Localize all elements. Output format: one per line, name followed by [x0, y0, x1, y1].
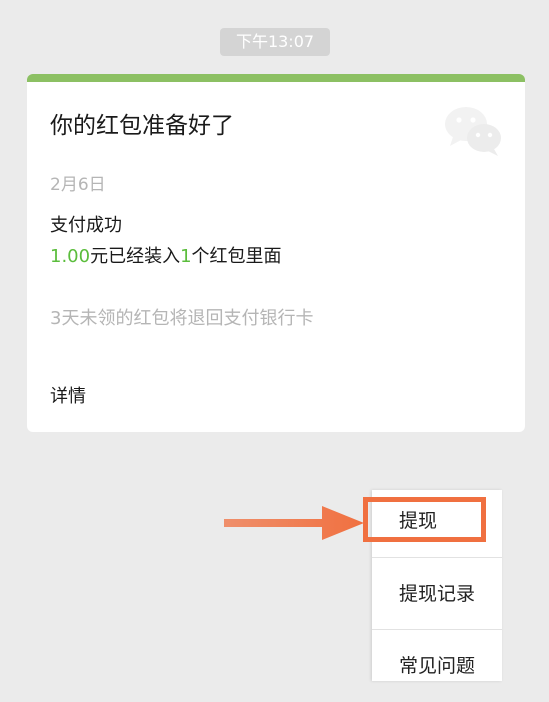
red-packet-card[interactable]: 你的红包准备好了 2月6日 支付成功 1.00元已经装入1个红包里面 3天未领的…: [27, 74, 525, 432]
menu-item-faq[interactable]: 常见问题: [372, 630, 502, 702]
highlight-annotation: [363, 497, 486, 542]
amount-tail-text: 个红包里面: [191, 246, 282, 267]
amount-mid-text: 元已经装入: [90, 246, 181, 267]
return-note: 3天未领的红包将退回支付银行卡: [50, 308, 314, 329]
details-link[interactable]: 详情: [50, 382, 86, 408]
arrow-annotation-icon: [224, 506, 364, 540]
card-title: 你的红包准备好了: [50, 113, 234, 139]
amount-line: 1.00元已经装入1个红包里面: [50, 242, 282, 268]
wechat-logo-icon: [445, 107, 501, 156]
message-timestamp: 下午13:07: [220, 28, 330, 56]
menu-item-withdraw-history[interactable]: 提现记录: [372, 558, 502, 630]
packet-count: 1: [180, 246, 192, 267]
amount-value: 1.00: [50, 246, 91, 267]
card-date: 2月6日: [50, 175, 106, 195]
payment-status: 支付成功: [50, 215, 122, 236]
